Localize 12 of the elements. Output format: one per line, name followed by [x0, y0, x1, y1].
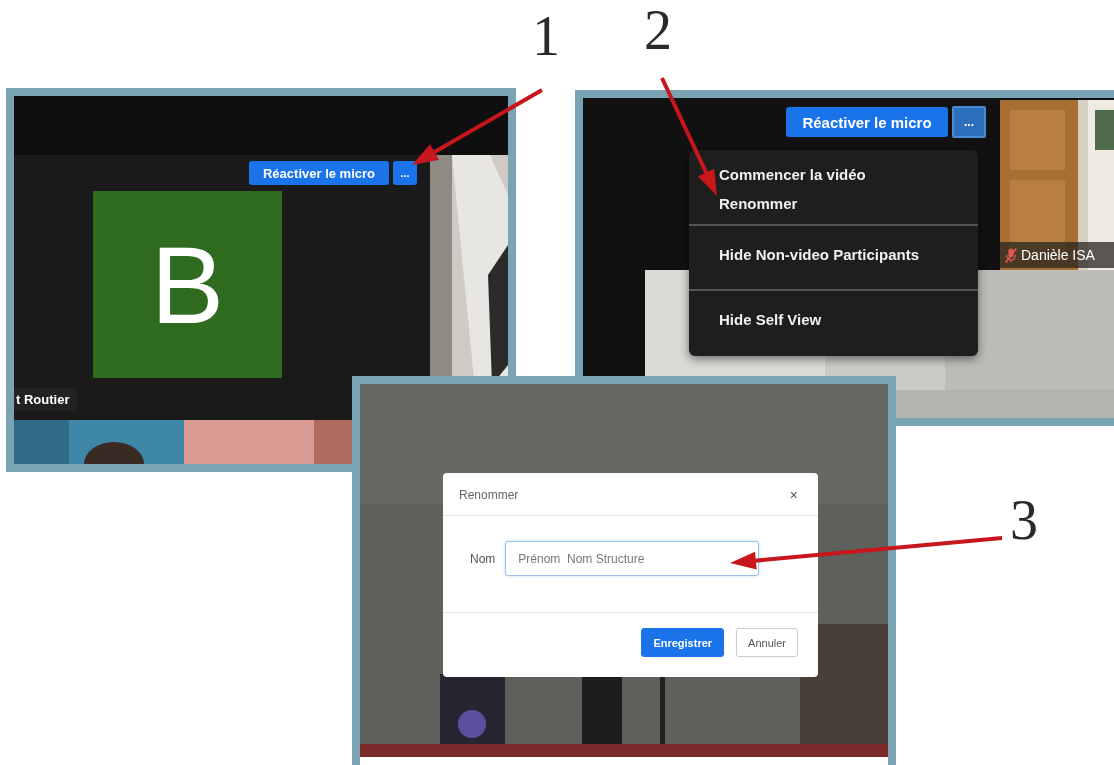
avatar-tile: B	[93, 191, 282, 378]
unmute-button[interactable]: Réactiver le micro	[249, 161, 389, 185]
step-number: 3	[1010, 492, 1038, 548]
menu-item[interactable]: Commencer la vidéo	[689, 160, 978, 189]
menu-item[interactable]: Hide Non-video Participants	[689, 240, 978, 269]
step-number: 1	[532, 8, 560, 64]
more-button[interactable]: ...	[952, 106, 986, 138]
step-number: 2	[644, 2, 672, 58]
more-button[interactable]: ...	[393, 161, 417, 185]
unmute-button[interactable]: Réactiver le micro	[786, 107, 948, 137]
participant-name: t Routier	[14, 388, 78, 411]
menu-item[interactable]: Renommer	[689, 189, 978, 218]
